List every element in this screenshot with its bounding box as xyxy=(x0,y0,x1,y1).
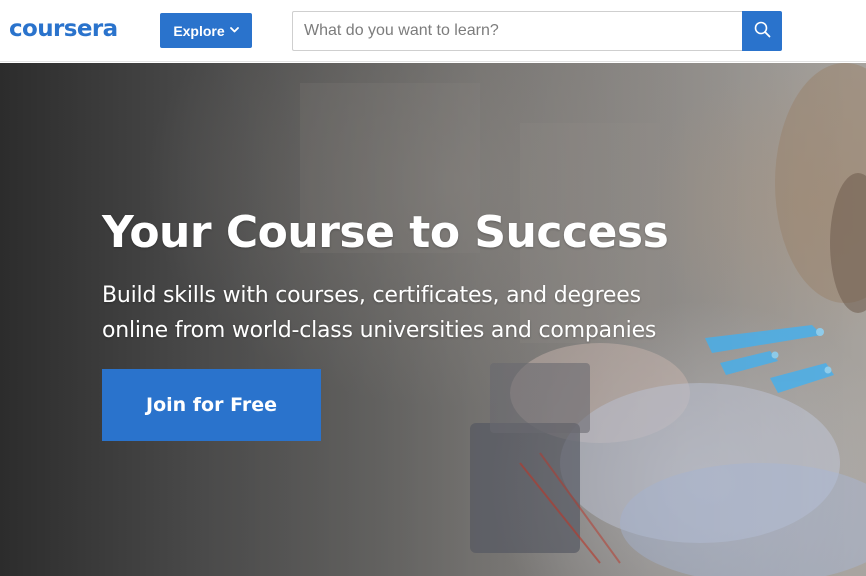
hero-subtitle-line-1: Build skills with courses, certificates,… xyxy=(102,283,641,308)
hero-title: Your Course to Success xyxy=(102,207,669,258)
join-for-free-button[interactable]: Join for Free xyxy=(102,369,321,441)
hero-banner: Your Course to Success Build skills with… xyxy=(0,63,866,576)
search-button[interactable] xyxy=(742,11,782,51)
coursera-logo[interactable]: coursera xyxy=(9,14,118,44)
explore-button-label: Explore xyxy=(173,22,225,39)
join-for-free-label: Join for Free xyxy=(146,394,277,416)
hero-subtitle: Build skills with courses, certificates,… xyxy=(102,278,702,348)
hero-subtitle-line-2: online from world-class universities and… xyxy=(102,318,657,343)
search-bar xyxy=(292,11,782,51)
search-input[interactable] xyxy=(292,11,742,51)
explore-button[interactable]: Explore xyxy=(160,13,252,48)
search-icon xyxy=(754,21,771,41)
chevron-down-icon xyxy=(229,26,239,36)
top-navigation-bar: coursera Explore xyxy=(0,0,866,62)
